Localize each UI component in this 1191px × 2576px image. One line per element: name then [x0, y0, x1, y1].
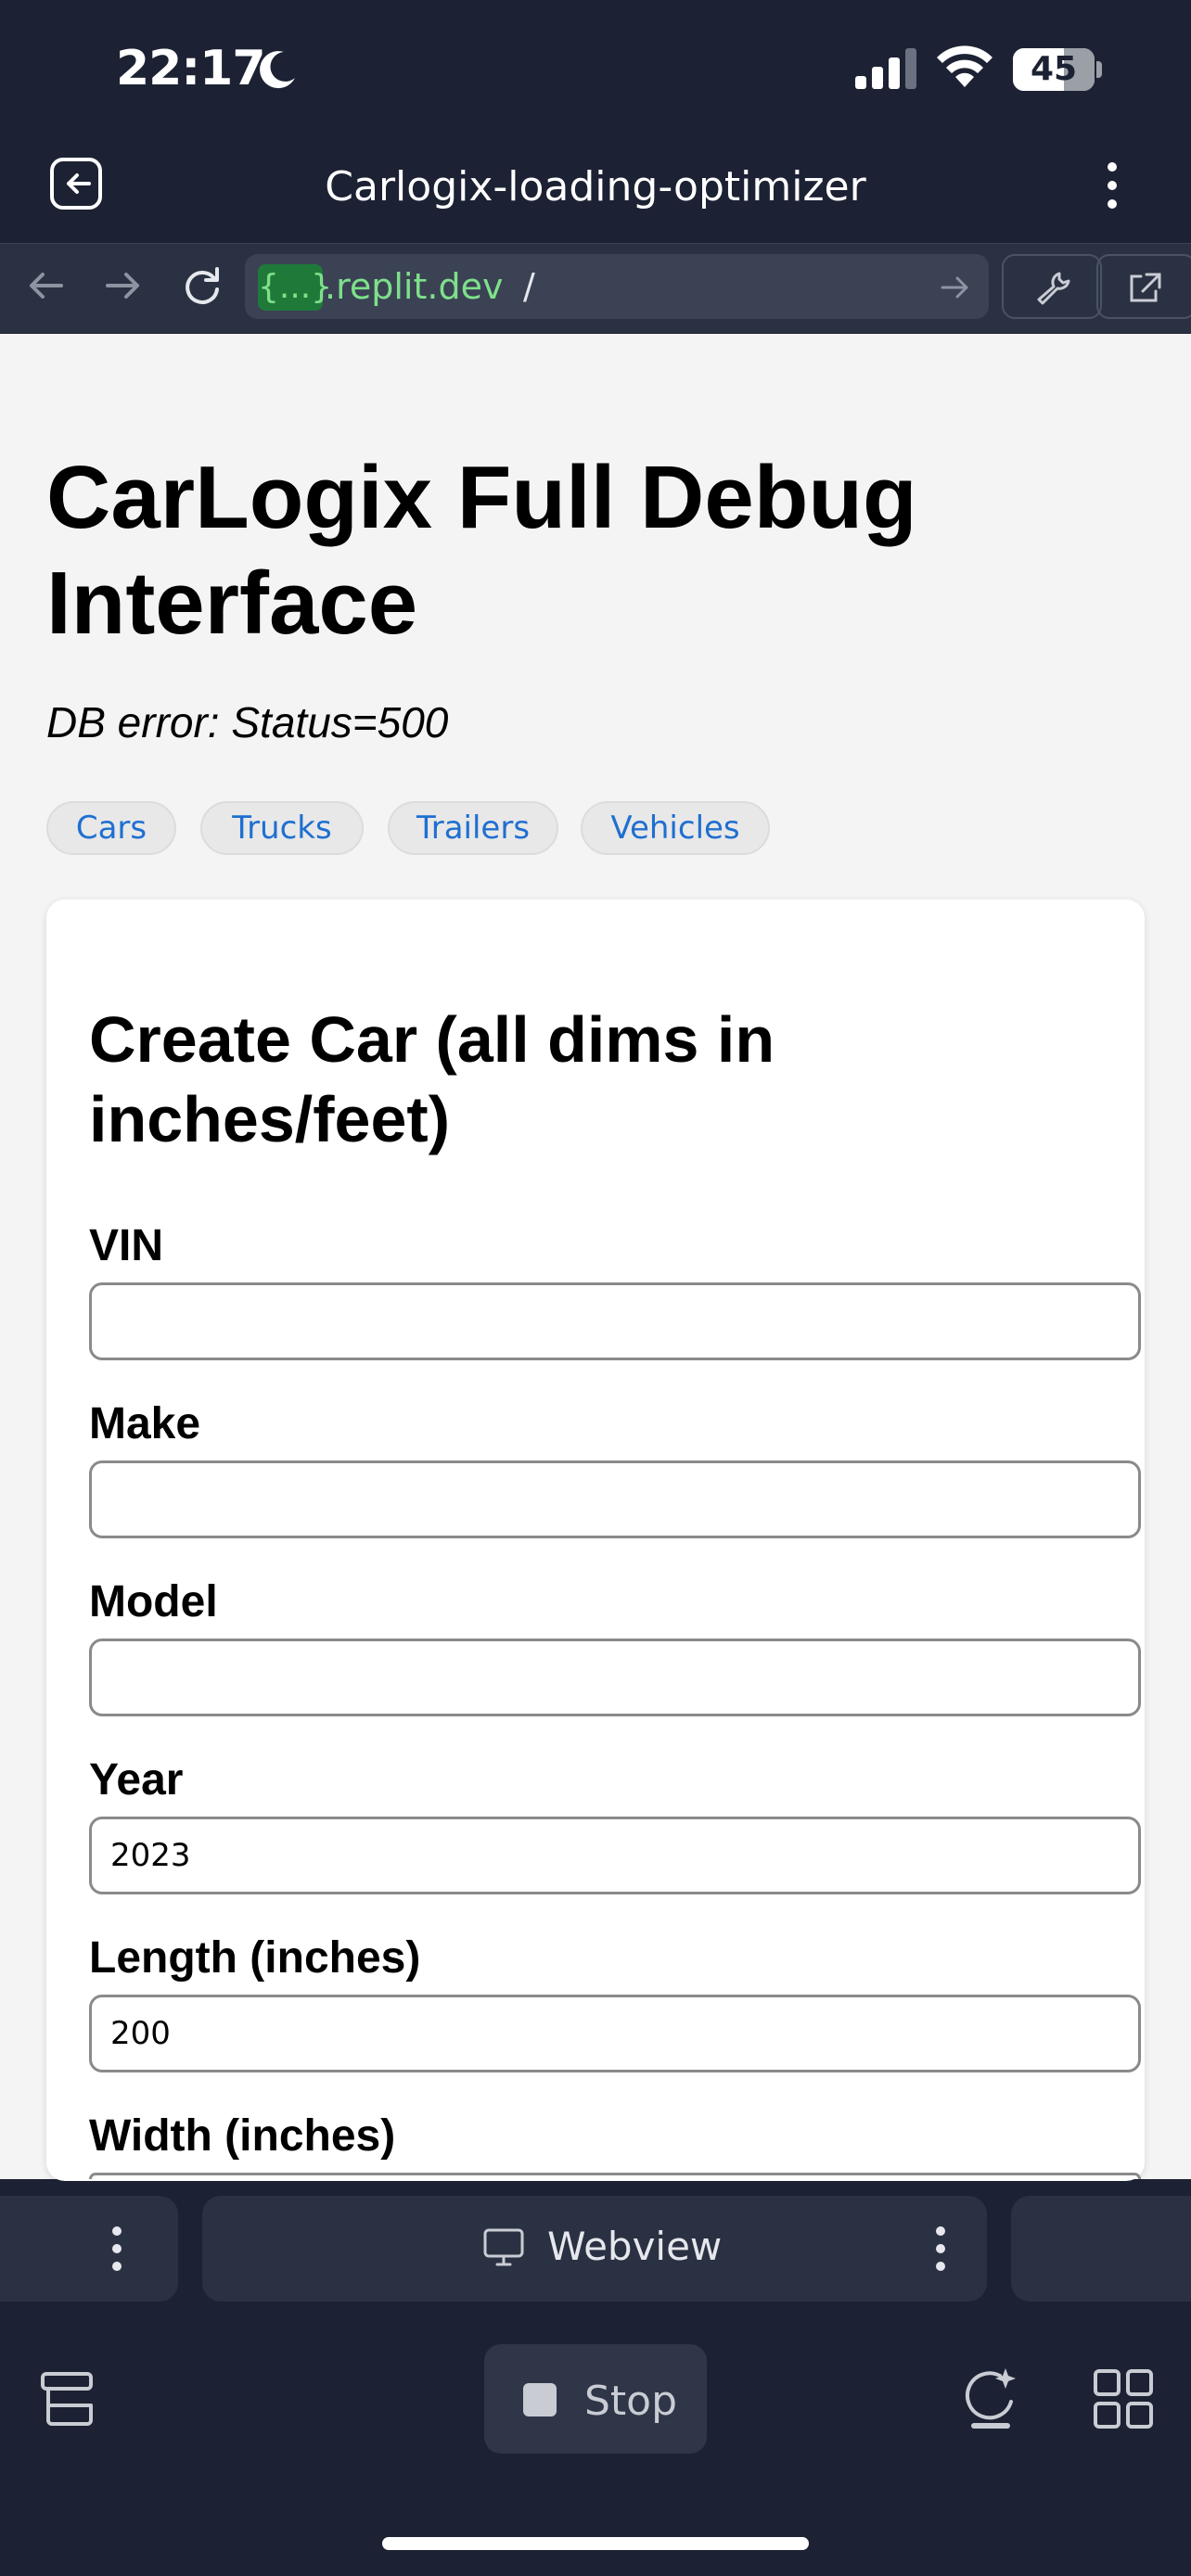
go-arrow-icon[interactable]: [937, 271, 974, 304]
field-label-make: Make: [89, 1399, 201, 1448]
url-path: /: [523, 266, 535, 307]
model-input[interactable]: [89, 1639, 1141, 1716]
status-time: 22:17: [116, 41, 266, 96]
width-input[interactable]: [89, 2173, 1141, 2179]
field-label-vin: VIN: [89, 1221, 164, 1270]
tab-strip-left[interactable]: [0, 2196, 178, 2302]
back-arrow-icon[interactable]: [20, 258, 72, 313]
vin-input[interactable]: [89, 1282, 1141, 1360]
tab-vehicles[interactable]: Vehicles: [581, 801, 770, 855]
field-label-year: Year: [89, 1755, 184, 1804]
year-input[interactable]: 2023: [89, 1817, 1141, 1894]
cellular-signal-icon: [855, 48, 916, 89]
grid-icon[interactable]: [1093, 2368, 1154, 2429]
open-external-button[interactable]: [1096, 254, 1191, 319]
tab-strip-right[interactable]: [1011, 2196, 1191, 2302]
db-error-message: DB error: Status=500: [46, 698, 449, 746]
battery-nub: [1096, 61, 1102, 78]
form-heading: Create Car (all dims in inches/feet): [89, 1003, 775, 1155]
more-vertical-icon[interactable]: [111, 2225, 122, 2272]
battery-icon: 45: [1013, 48, 1095, 91]
monitor-icon: [483, 2228, 524, 2266]
open-external-icon: [1130, 273, 1161, 302]
make-input[interactable]: [89, 1460, 1141, 1538]
devtools-button[interactable]: [1002, 254, 1102, 319]
length-input[interactable]: 200: [89, 1995, 1141, 2072]
url-host: .replit.dev: [325, 266, 504, 307]
more-vertical-icon[interactable]: [1091, 158, 1133, 213]
url-badge: {...}: [258, 264, 332, 311]
page-title: CarLogix Full Debug Interface: [46, 448, 917, 653]
field-label-length: Length (inches): [89, 1933, 421, 1983]
wifi-icon: [937, 45, 992, 87]
tab-webview-label: Webview: [547, 2224, 723, 2269]
stop-icon: [523, 2383, 557, 2417]
layers-icon[interactable]: [37, 2368, 98, 2429]
field-label-width: Width (inches): [89, 2111, 396, 2161]
field-label-model: Model: [89, 1577, 218, 1626]
home-indicator: [382, 2537, 809, 2550]
moon-icon: [260, 51, 295, 89]
assistant-icon[interactable]: [963, 2365, 1018, 2433]
tab-trailers[interactable]: Trailers: [388, 801, 558, 855]
forward-arrow-icon[interactable]: [96, 258, 148, 313]
stop-label: Stop: [584, 2378, 678, 2425]
tab-cars[interactable]: Cars: [46, 801, 176, 855]
app-title: Carlogix-loading-optimizer: [325, 163, 866, 210]
more-vertical-icon[interactable]: [935, 2225, 946, 2272]
battery-level: 45: [1030, 50, 1078, 88]
tab-trucks[interactable]: Trucks: [200, 801, 364, 855]
reload-icon[interactable]: [176, 258, 228, 313]
wrench-icon: [1037, 272, 1070, 305]
